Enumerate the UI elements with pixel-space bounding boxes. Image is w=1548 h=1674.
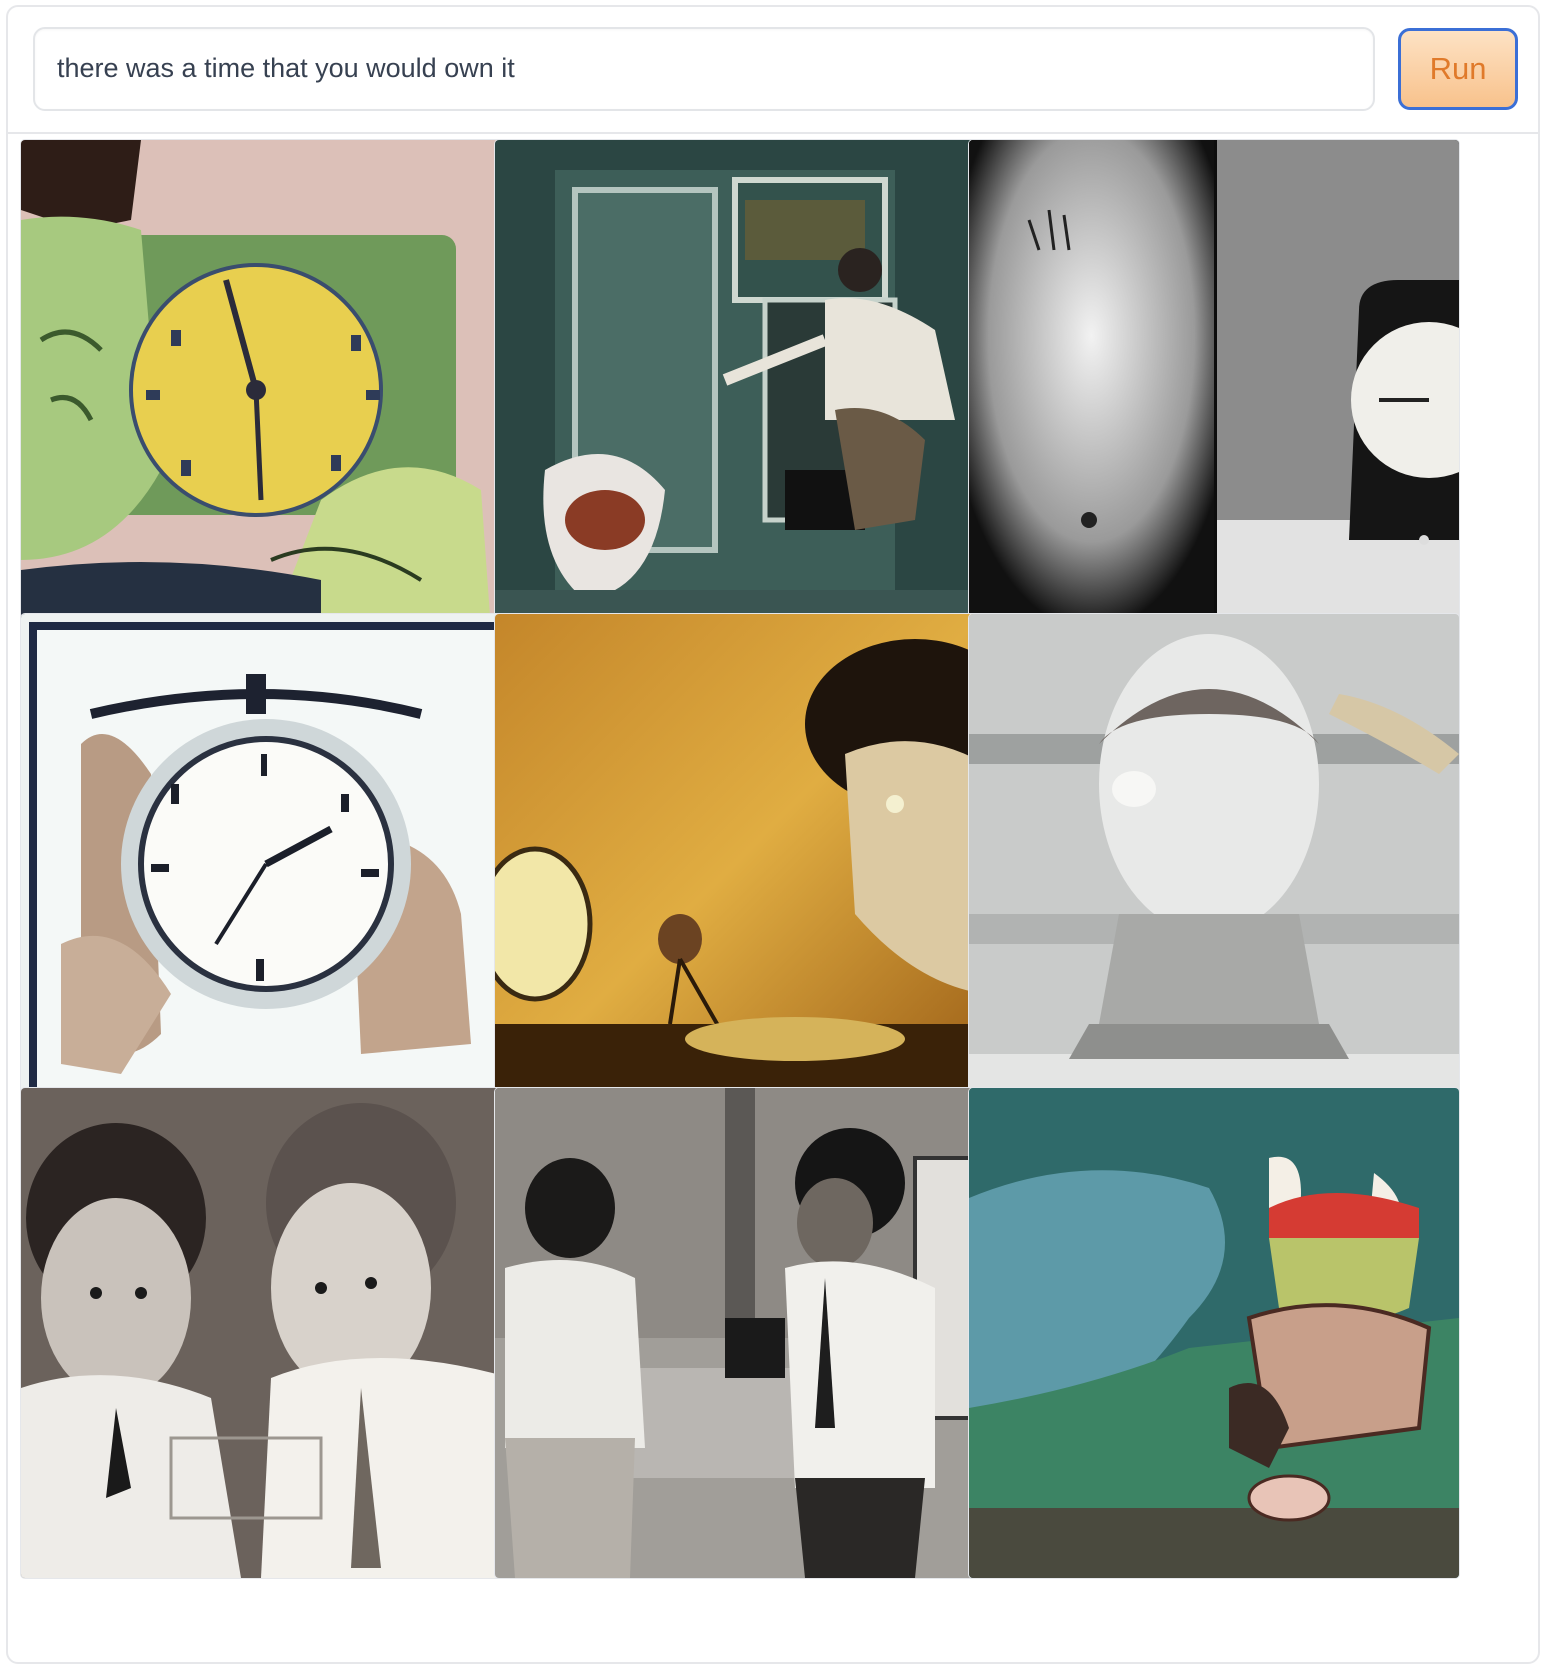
- image-teal-room-figures: [495, 140, 985, 630]
- generated-image-3[interactable]: [969, 140, 1459, 630]
- image-polaroid-alarm-clock: [21, 614, 511, 1104]
- generated-image-5[interactable]: [495, 614, 985, 1104]
- run-button[interactable]: Run: [1398, 28, 1518, 110]
- image-glass-head-sculpture: [969, 614, 1459, 1104]
- generated-image-9[interactable]: [969, 1088, 1459, 1578]
- generated-image-4[interactable]: [21, 614, 511, 1104]
- generated-image-8[interactable]: [495, 1088, 985, 1578]
- image-teal-cartoon-figure: [969, 1088, 1459, 1578]
- generated-image-1[interactable]: [21, 140, 511, 630]
- image-green-face-yellow-clock: [21, 140, 511, 630]
- image-bw-room-two-people: [495, 1088, 985, 1578]
- image-yellow-wall-clock-and-face: [495, 614, 985, 1104]
- generated-image-2[interactable]: [495, 140, 985, 630]
- image-two-boys-in-ties: [21, 1088, 511, 1578]
- image-monochrome-clock-diptych: [969, 140, 1459, 630]
- generated-image-6[interactable]: [969, 614, 1459, 1104]
- prompt-input[interactable]: there was a time that you would own it: [33, 27, 1375, 111]
- generated-image-7[interactable]: [21, 1088, 511, 1578]
- input-bar: there was a time that you would own it R…: [8, 7, 1538, 134]
